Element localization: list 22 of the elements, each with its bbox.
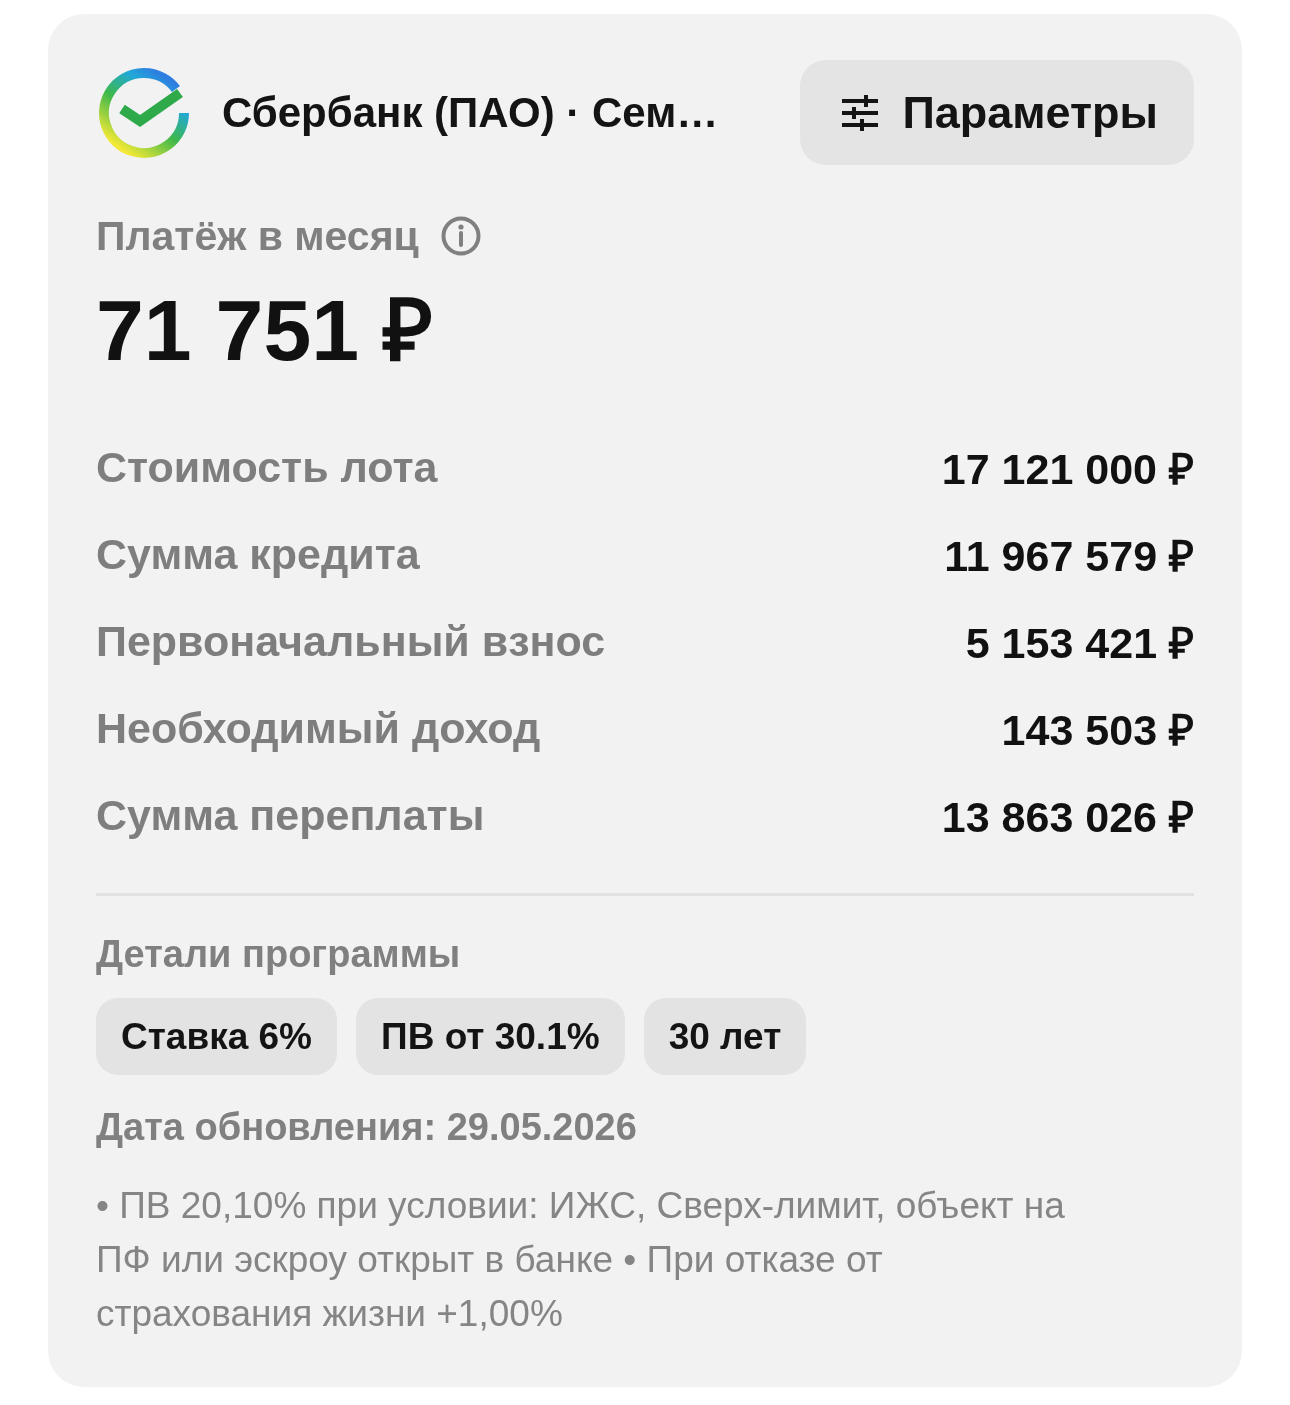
program-tag: Ставка 6% [96,998,338,1075]
row-value: 13 863 026 ₽ [941,792,1194,843]
row-value: 143 503 ₽ [1001,705,1194,756]
row-value: 11 967 579 ₽ [944,531,1194,582]
update-date: Дата обновления: 29.05.2026 [96,1105,638,1150]
payment-amount: 71 751 ₽ [96,281,434,380]
program-tag: ПВ от 30.1% [356,998,625,1075]
row-label: Стоимость лота [96,443,438,492]
parameters-button[interactable]: Параметры [800,60,1194,165]
row-value: 17 121 000 ₽ [941,444,1194,495]
info-icon[interactable] [440,216,481,256]
row-label: Сумма переплаты [96,791,485,840]
program-note: • ПВ 20,10% при условии: ИЖС, Сверх-лимит, объект на ПФ или эскроу открыт в банке • При отказе от страхования жизни +1,00% [96,1184,1066,1336]
program-tag: 30 лет [643,998,807,1075]
row-value: 5 153 421 ₽ [965,618,1194,669]
row-label: Необходимый доход [96,704,541,753]
payment-label: Платёж в месяц [96,212,419,260]
sliders-icon [840,94,881,131]
row-label: Сумма кредита [96,530,420,579]
bank-title: Сбербанк (ПАО) · Сем… [222,88,720,137]
row-label: Первоначальный взнос [96,617,606,666]
section-heading: Детали программы [96,932,462,977]
